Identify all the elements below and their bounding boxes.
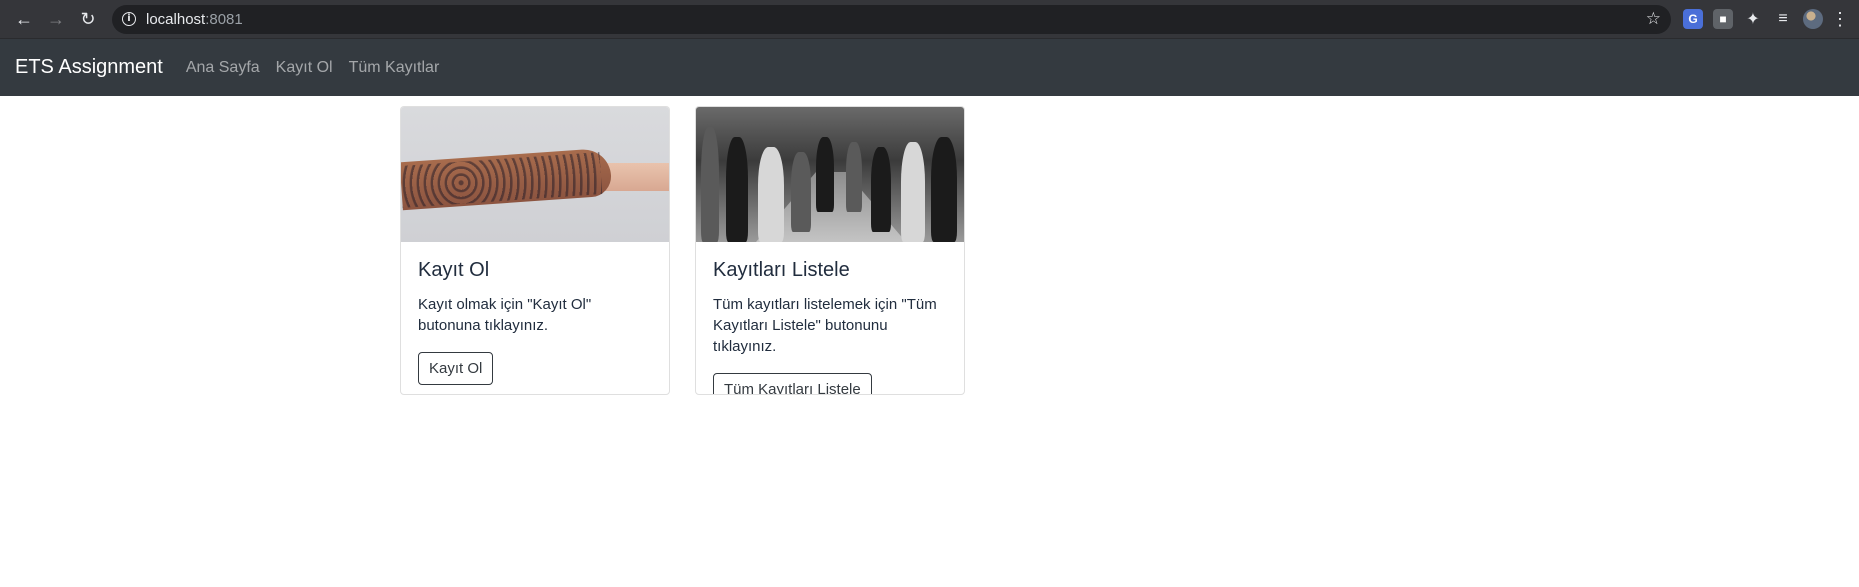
app-navbar: ETS Assignment Ana Sayfa Kayıt Ol Tüm Ka… xyxy=(0,39,1859,96)
list-all-records-button[interactable]: Tüm Kayıtları Listele xyxy=(713,373,872,394)
card-title: Kayıtları Listele xyxy=(713,259,850,281)
extensions-puzzle-icon[interactable]: ✦ xyxy=(1743,9,1763,29)
reload-icon[interactable]: ↻ xyxy=(72,5,104,33)
kebab-menu-icon[interactable]: ⋮ xyxy=(1831,9,1849,29)
register-button[interactable]: Kayıt Ol xyxy=(418,352,494,385)
card-text: Tüm kayıtları listelemek için "Tüm Kayıt… xyxy=(713,296,937,355)
nav-link-all-records[interactable]: Tüm Kayıtlar xyxy=(349,59,440,77)
list-records-card: Kayıtları Listele Tüm kayıtları listelem… xyxy=(695,106,965,395)
profile-avatar[interactable] xyxy=(1803,9,1823,29)
crowd-photo xyxy=(696,107,964,242)
back-icon[interactable]: ← xyxy=(8,5,40,33)
card-title: Kayıt Ol xyxy=(418,259,490,281)
url-host: localhost xyxy=(146,10,206,28)
translate-extension-icon[interactable]: G xyxy=(1683,9,1703,29)
navbar-brand[interactable]: ETS Assignment xyxy=(15,56,163,79)
register-card: Kayıt Ol Kayıt olmak için "Kayıt Ol" but… xyxy=(400,106,670,395)
card-text: Kayıt olmak için "Kayıt Ol" butonuna tık… xyxy=(418,296,592,334)
nav-link-home[interactable]: Ana Sayfa xyxy=(186,59,260,77)
hands-photo xyxy=(401,107,669,242)
browser-toolbar: ← → ↻ i localhost:8081 ☆ G ■ ✦ ≡ ⋮ xyxy=(0,0,1859,39)
bookmark-star-icon[interactable]: ☆ xyxy=(1646,9,1661,29)
forward-icon[interactable]: → xyxy=(40,5,72,33)
media-playlist-icon[interactable]: ≡ xyxy=(1773,9,1793,29)
nav-link-register[interactable]: Kayıt Ol xyxy=(276,59,333,77)
address-bar[interactable]: i localhost:8081 ☆ xyxy=(112,4,1671,34)
url-port: :8081 xyxy=(205,10,243,28)
site-info-icon[interactable]: i xyxy=(122,12,136,26)
image-extension-icon[interactable]: ■ xyxy=(1713,9,1733,29)
